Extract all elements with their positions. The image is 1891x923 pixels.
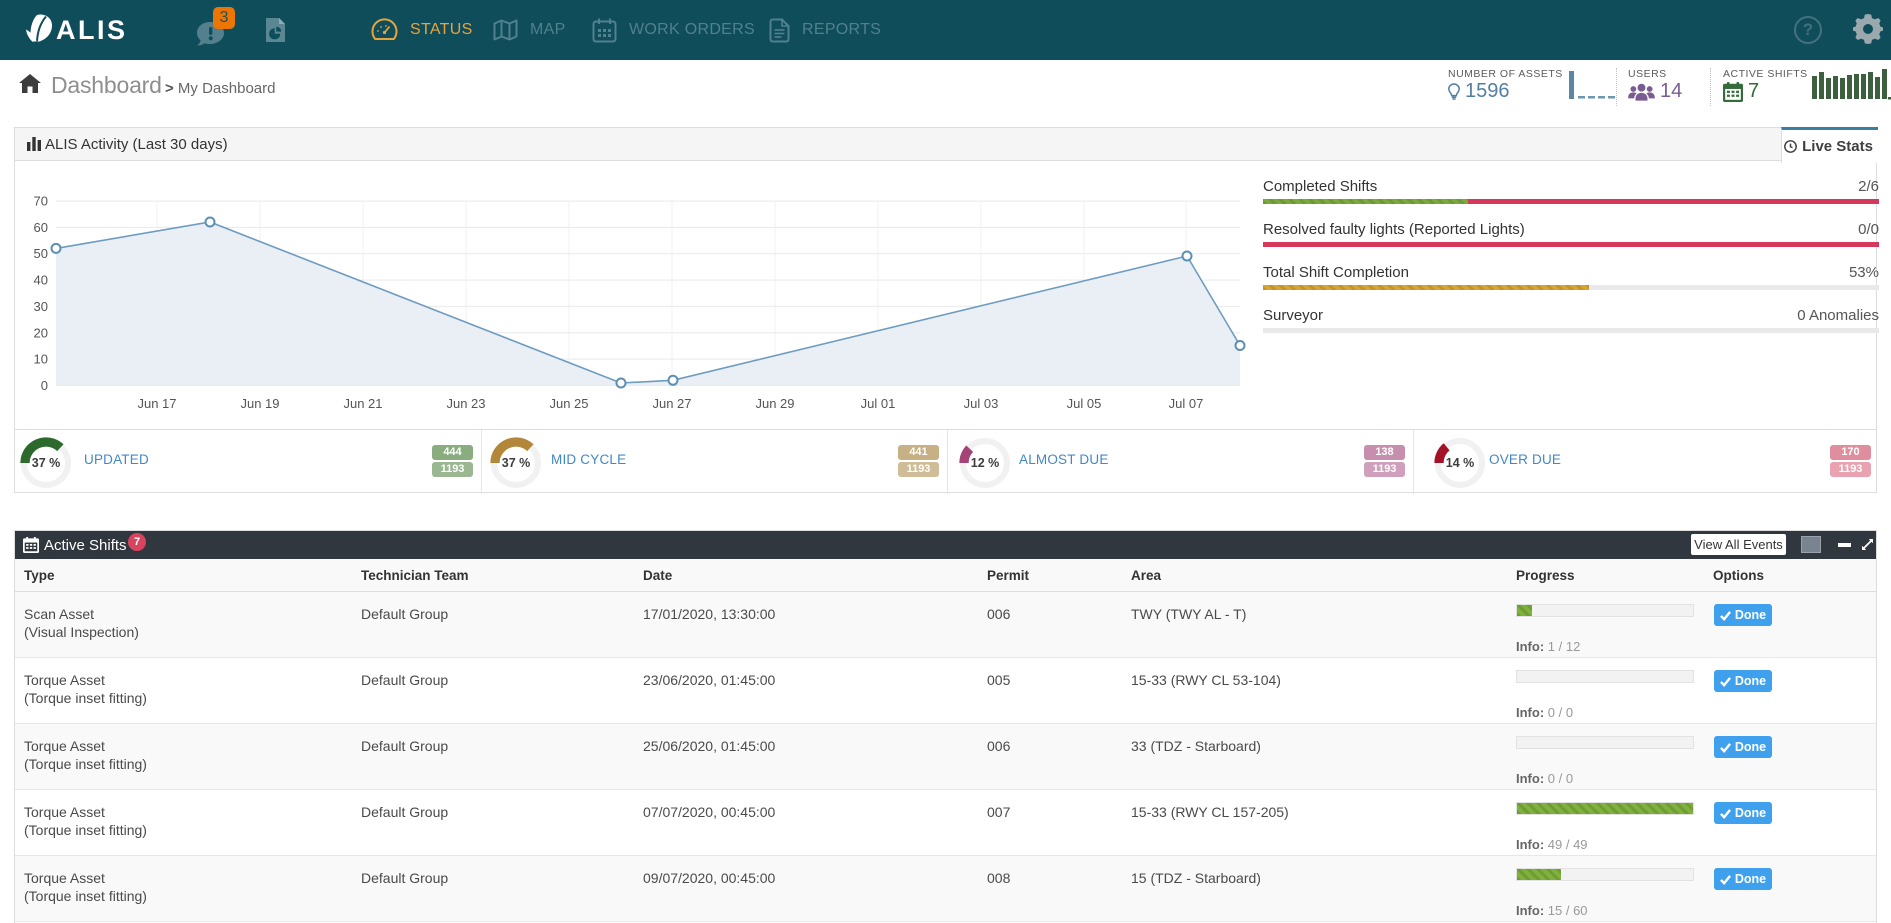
svg-text:Jun 21: Jun 21 — [343, 396, 382, 411]
svg-text:Jun 27: Jun 27 — [652, 396, 691, 411]
svg-text:60: 60 — [34, 220, 48, 235]
svg-text:50: 50 — [34, 246, 48, 261]
svg-text:Jul 05: Jul 05 — [1067, 396, 1102, 411]
svg-text:Jul 03: Jul 03 — [964, 396, 999, 411]
svg-text:Jun 17: Jun 17 — [137, 396, 176, 411]
svg-text:Jun 23: Jun 23 — [446, 396, 485, 411]
svg-text:70: 70 — [34, 194, 48, 209]
svg-text:Jun 25: Jun 25 — [549, 396, 588, 411]
svg-text:Jul 01: Jul 01 — [861, 396, 896, 411]
svg-text:Jun 29: Jun 29 — [755, 396, 794, 411]
svg-text:30: 30 — [34, 299, 48, 314]
svg-text:40: 40 — [34, 273, 48, 288]
svg-text:0: 0 — [41, 378, 48, 393]
svg-text:10: 10 — [34, 352, 48, 367]
svg-text:Jun 19: Jun 19 — [240, 396, 279, 411]
svg-text:Jul 07: Jul 07 — [1169, 396, 1204, 411]
svg-text:20: 20 — [34, 325, 48, 340]
